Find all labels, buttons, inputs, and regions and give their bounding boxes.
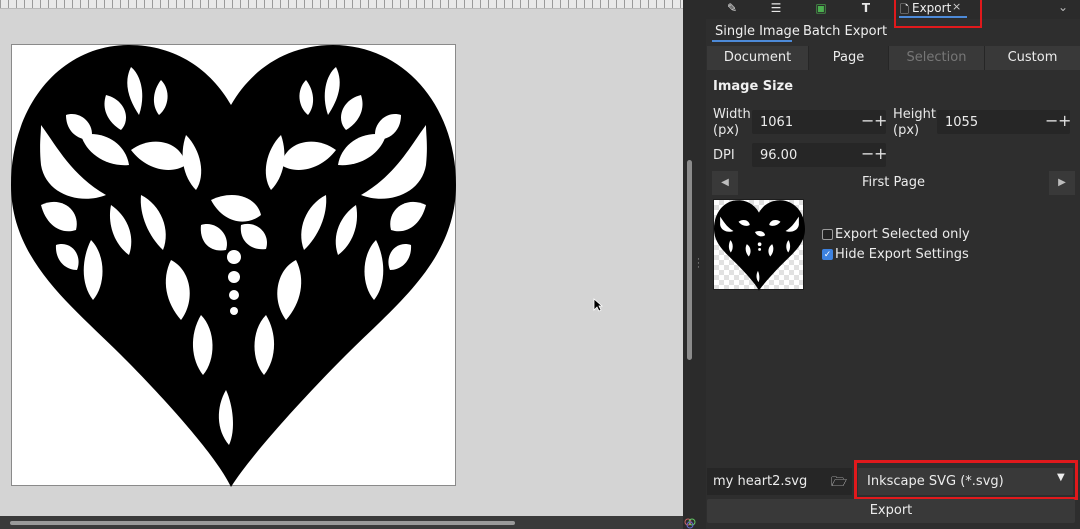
- width-label: Width (px): [713, 107, 751, 138]
- height-value[interactable]: 1055: [945, 115, 978, 130]
- width-spinbox[interactable]: 1061 − +: [752, 110, 887, 134]
- export-preview: [713, 199, 805, 291]
- document-page[interactable]: [11, 44, 456, 487]
- mode-page-button[interactable]: Page: [809, 46, 889, 70]
- mode-document-button[interactable]: Document: [707, 46, 809, 70]
- pencil-icon[interactable]: ✎: [722, 1, 742, 17]
- width-value[interactable]: 1061: [760, 115, 793, 130]
- canvas-area[interactable]: [0, 0, 683, 529]
- dpi-spinbox[interactable]: 96.00 − +: [752, 143, 887, 167]
- height-label: Height (px): [893, 107, 936, 138]
- export-selected-only-checkbox[interactable]: [822, 229, 833, 240]
- tab-single-image[interactable]: Single Image: [715, 24, 800, 39]
- tab-batch-export[interactable]: Batch Export: [803, 24, 887, 39]
- image-size-heading: Image Size: [713, 79, 794, 94]
- plus-icon[interactable]: +: [874, 111, 887, 130]
- horizontal-ruler: [0, 0, 683, 9]
- filename-value[interactable]: my heart2.svg: [713, 474, 807, 489]
- page-navigator: First Page ◀ ▶: [712, 171, 1075, 195]
- dock-tab-bar: ✎ ☰ ▣ T 🗋 Export × ⌄: [706, 0, 1080, 28]
- export-dock-panel: ✎ ☰ ▣ T 🗋 Export × ⌄ Single Image Batch …: [706, 0, 1080, 529]
- height-spinbox[interactable]: 1055 − +: [937, 110, 1071, 134]
- plus-icon[interactable]: +: [874, 144, 887, 163]
- active-subtab-indicator: [712, 40, 792, 42]
- mode-selection-button[interactable]: Selection: [889, 46, 985, 70]
- format-select-highlight: [854, 460, 1078, 500]
- export-selected-only-label[interactable]: Export Selected only: [835, 227, 970, 242]
- chevron-down-icon[interactable]: ⌄: [1058, 0, 1068, 14]
- text-icon[interactable]: T: [856, 1, 876, 17]
- mouse-cursor-icon: [593, 298, 603, 312]
- folder-open-icon[interactable]: 🗁: [831, 473, 847, 490]
- dpi-value[interactable]: 96.00: [760, 148, 797, 163]
- filename-input[interactable]: my heart2.svg 🗁: [707, 468, 852, 495]
- vertical-scrollbar[interactable]: [687, 160, 692, 360]
- export-button[interactable]: Export: [707, 499, 1075, 523]
- dpi-label: DPI: [713, 148, 735, 163]
- mode-custom-button[interactable]: Custom: [985, 46, 1080, 70]
- next-page-icon[interactable]: ▶: [1049, 171, 1075, 195]
- previous-page-icon[interactable]: ◀: [712, 171, 738, 195]
- horizontal-scrollbar[interactable]: [0, 516, 683, 529]
- page-name: First Page: [862, 175, 925, 190]
- minus-icon[interactable]: −: [861, 144, 874, 163]
- color-manage-icon[interactable]: [684, 517, 696, 529]
- hide-export-settings-label[interactable]: Hide Export Settings: [835, 247, 969, 262]
- preview-heart-image: [714, 200, 805, 291]
- minus-icon[interactable]: −: [861, 111, 874, 130]
- dock-drag-handle-icon[interactable]: · · ·: [697, 256, 700, 273]
- heart-artwork[interactable]: [11, 45, 456, 487]
- align-icon[interactable]: ☰: [766, 1, 786, 17]
- hide-export-settings-checkbox[interactable]: ✓: [822, 249, 833, 260]
- export-area-modes: Document Page Selection Custom: [707, 46, 1080, 70]
- plus-icon[interactable]: +: [1058, 111, 1071, 130]
- horizontal-scroll-thumb[interactable]: [10, 521, 515, 525]
- image-icon[interactable]: ▣: [811, 1, 831, 17]
- export-type-tabs: Single Image Batch Export: [706, 22, 1080, 42]
- minus-icon[interactable]: −: [1045, 111, 1058, 130]
